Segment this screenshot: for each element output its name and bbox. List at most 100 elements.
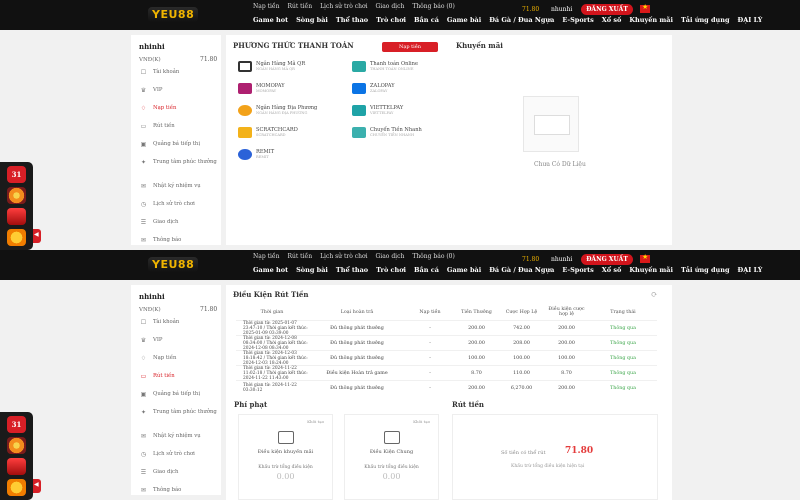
deposit-button[interactable]: Nạp tiền	[382, 42, 438, 52]
sidebar-item-notices[interactable]: ✉ Thông báo	[139, 237, 219, 250]
nav-item-casino[interactable]: Sòng bài	[296, 16, 328, 24]
table-header: Thời gian Loại hoàn trả Nạp tiền Tiền Th…	[260, 307, 636, 317]
sidebar-item-deposit[interactable]: ♢ Nạp tiền	[139, 355, 219, 373]
nav-transactions[interactable]: Giao dịch	[376, 253, 405, 260]
sidebar-item-history[interactable]: ◷ Lịch sử trò chơi	[139, 201, 219, 219]
payment-method-grid: Ngân Hàng Mã QR NGÂN HÀNG MÃ QR Thanh toá…	[238, 61, 458, 163]
reward-icon: ✦	[140, 159, 147, 166]
method-online[interactable]: Thanh toán Online THANH TOÁN ONLINE	[352, 61, 456, 75]
sidebar-balance-label-2: VNĐ(K)	[139, 307, 161, 313]
method-local-bank[interactable]: Ngân Hàng Địa Phương NGÂN HÀNG ĐỊA PHƯƠNG	[238, 105, 342, 119]
method-scratchcard[interactable]: SCRATCHCARD SCRATCHCARD	[238, 127, 342, 141]
sidebar-item-notices[interactable]: ✉ Thông báo	[139, 487, 219, 500]
nav-item-racing[interactable]: Đá Gà / Đua Ngựa	[489, 16, 554, 24]
collapse-tab-icon-2[interactable]	[33, 479, 41, 493]
nav-item-fishing[interactable]: Bắn cá	[414, 16, 439, 24]
nav-withdraw[interactable]: Rút tiền	[287, 253, 312, 260]
vn-flag-icon-2[interactable]	[640, 253, 650, 263]
method-remit[interactable]: REMIT REMIT	[238, 149, 342, 163]
method-fast-transfer[interactable]: Chuyển Tiền Nhanh CHUYỂN TIỀN NHANH	[352, 127, 456, 141]
calendar-31-icon[interactable]: 31	[7, 166, 26, 183]
lucky-wheel-icon[interactable]	[7, 187, 26, 204]
main-nav-2: Game hot Sòng bài Thể thao Trò chơi Bắn …	[253, 266, 762, 274]
nav-item-download[interactable]: Tải ứng dụng	[681, 266, 730, 274]
coin-stack-icon	[278, 431, 294, 444]
table-row: Thời gian từ: 2025-01-07 23:47:10 / Thời…	[236, 320, 657, 336]
casino-chip-icon[interactable]	[7, 229, 26, 246]
sidebar-item-promo[interactable]: ▣ Quảng bá tiếp thị	[139, 391, 219, 409]
notice-icon: ✉	[140, 237, 147, 244]
brand-logo[interactable]: YEU88	[148, 7, 199, 22]
nav-game-history[interactable]: Lịch sử trò chơi	[320, 3, 367, 10]
vn-flag-icon[interactable]	[640, 3, 650, 13]
nav-deposit[interactable]: Nạp tiền	[253, 253, 279, 260]
nav-withdraw[interactable]: Rút tiền	[287, 3, 312, 10]
nav-game-history[interactable]: Lịch sử trò chơi	[320, 253, 367, 260]
gift-box-icon[interactable]	[7, 458, 26, 475]
account-icon: ☐	[140, 69, 147, 76]
method-qr-bank[interactable]: Ngân Hàng Mã QR NGÂN HÀNG MÃ QR	[238, 61, 342, 75]
table-row: Thời gian từ: 2024-12-08 08:34:00 / Thời…	[236, 335, 657, 351]
collapse-tab-icon[interactable]	[33, 229, 41, 243]
sidebar-item-promo[interactable]: ▣ Quảng bá tiếp thị	[139, 141, 219, 159]
brand-logo-2[interactable]: YEU88	[148, 257, 199, 272]
lucky-wheel-icon[interactable]	[7, 437, 26, 454]
nav-notifications[interactable]: Thông báo (0)	[412, 253, 455, 260]
nav-item-racing[interactable]: Đá Gà / Đua Ngựa	[489, 266, 554, 274]
nav-deposit[interactable]: Nạp tiền	[253, 3, 279, 10]
app-screenshot: YEU88 Nạp tiền Rút tiền Lịch sử trò chơi…	[0, 0, 800, 500]
header-balance-2: 71.80	[522, 256, 540, 263]
casino-chip-icon[interactable]	[7, 479, 26, 496]
nav-item-games[interactable]: Trò chơi	[376, 16, 406, 24]
sidebar-item-rewards[interactable]: ✦ Trung tâm phúc thưởng	[139, 409, 219, 433]
method-zalopay[interactable]: ZALOPAY ZALOPAY	[352, 83, 456, 97]
nav-notifications[interactable]: Thông báo (0)	[412, 3, 455, 10]
viettelpay-icon	[352, 105, 366, 116]
nav-item-card-games[interactable]: Game bài	[447, 266, 481, 274]
nav-item-promotions[interactable]: Khuyến mãi	[629, 16, 673, 24]
nav-item-agent[interactable]: ĐẠI LÝ	[738, 266, 763, 274]
sidebar-item-withdraw[interactable]: ▭ Rút tiền	[139, 373, 219, 391]
floating-rewards-bar-2: 31	[0, 412, 33, 500]
nav-item-game-hot[interactable]: Game hot	[253, 266, 288, 274]
sidebar-item-missions[interactable]: ✉ Nhật ký nhiệm vụ	[139, 183, 219, 201]
withdraw-panel-title: Rút tiền	[452, 400, 485, 409]
nav-item-sports[interactable]: Thể thao	[336, 16, 368, 24]
nav-item-games[interactable]: Trò chơi	[376, 266, 406, 274]
nav-transactions[interactable]: Giao dịch	[376, 3, 405, 10]
nav-item-promotions[interactable]: Khuyến mãi	[629, 266, 673, 274]
nav-item-card-games[interactable]: Game bài	[447, 16, 481, 24]
sidebar-item-transactions[interactable]: ☰ Giao dịch	[139, 219, 219, 237]
header-username-2[interactable]: nhunhi	[551, 256, 572, 263]
nav-item-download[interactable]: Tải ứng dụng	[681, 16, 730, 24]
nav-item-agent[interactable]: ĐẠI LÝ	[738, 16, 763, 24]
sidebar-item-deposit[interactable]: ♢ Nạp tiền	[139, 105, 219, 123]
logout-button-2[interactable]: ĐĂNG XUẤT	[581, 254, 633, 265]
nav-item-game-hot[interactable]: Game hot	[253, 16, 288, 24]
method-viettelpay[interactable]: VIETTELPAY VIETTELPAY	[352, 105, 456, 119]
account-icon: ☐	[140, 319, 147, 326]
nav-item-lottery[interactable]: Xổ số	[602, 16, 622, 24]
sidebar-item-transactions[interactable]: ☰ Giao dịch	[139, 469, 219, 487]
sidebar-item-rewards[interactable]: ✦ Trung tâm phúc thưởng	[139, 159, 219, 183]
sidebar-item-vip[interactable]: ♛ VIP	[139, 87, 219, 105]
logout-button[interactable]: ĐĂNG XUẤT	[581, 4, 633, 15]
nav-item-esports[interactable]: E-Sports	[562, 16, 593, 24]
nav-item-esports[interactable]: E-Sports	[562, 266, 593, 274]
sidebar-item-account[interactable]: ☐ Tài khoản	[139, 69, 219, 87]
nav-item-lottery[interactable]: Xổ số	[602, 266, 622, 274]
general-condition-card: Khôi tạo Điều Kiện Chung Khấu trừ tổng đ…	[344, 414, 439, 500]
method-momo[interactable]: MOMOPAY MOMOPAY	[238, 83, 342, 97]
sidebar-item-missions[interactable]: ✉ Nhật ký nhiệm vụ	[139, 433, 219, 451]
calendar-31-icon[interactable]: 31	[7, 416, 26, 433]
nav-item-casino[interactable]: Sòng bài	[296, 266, 328, 274]
sidebar-item-account[interactable]: ☐ Tài khoản	[139, 319, 219, 337]
sidebar-item-history[interactable]: ◷ Lịch sử trò chơi	[139, 451, 219, 469]
nav-item-sports[interactable]: Thể thao	[336, 266, 368, 274]
sidebar-item-withdraw[interactable]: ▭ Rút tiền	[139, 123, 219, 141]
nav-item-fishing[interactable]: Bắn cá	[414, 266, 439, 274]
refresh-icon[interactable]: ⟳	[651, 290, 658, 299]
header-username[interactable]: nhunhi	[551, 6, 572, 13]
gift-box-icon[interactable]	[7, 208, 26, 225]
sidebar-item-vip[interactable]: ♛ VIP	[139, 337, 219, 355]
